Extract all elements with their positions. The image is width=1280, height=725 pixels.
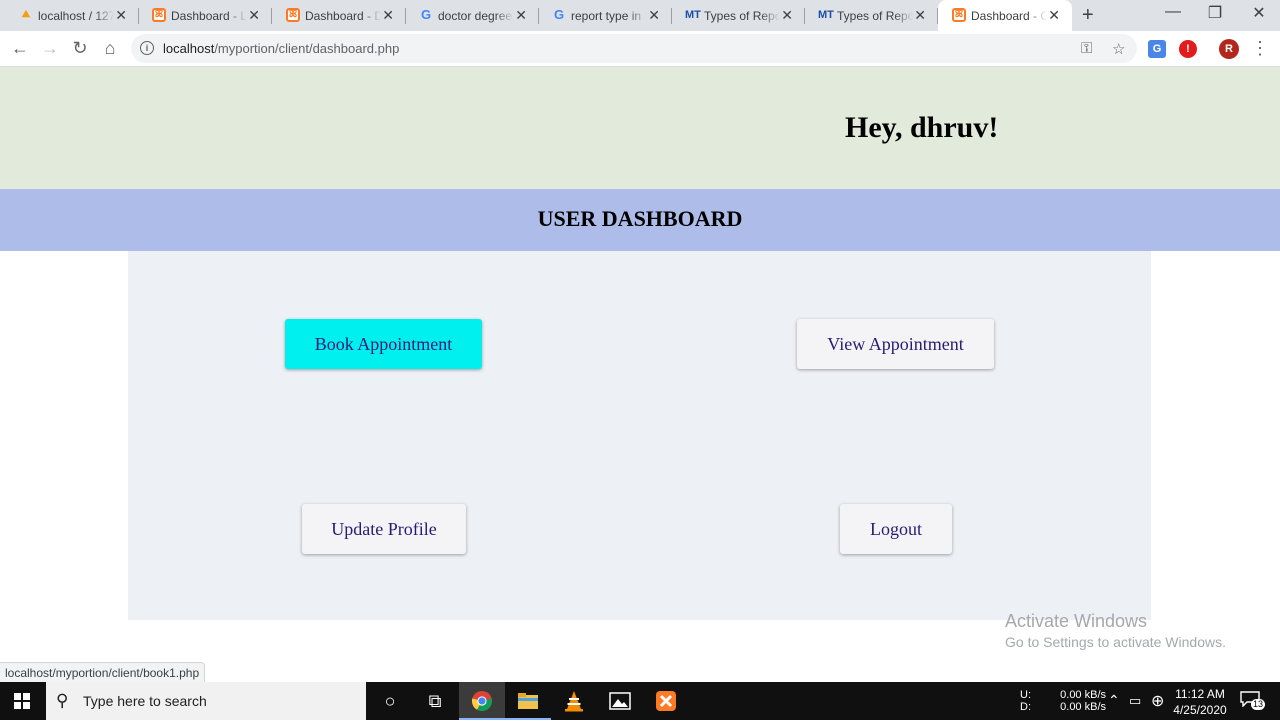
tab-dashboard-log[interactable]: ꕤ Dashboard - Log ✕ [138, 0, 272, 31]
close-tab-icon[interactable]: ✕ [914, 7, 926, 23]
tab-localhost[interactable]: ⛰ localhost / 127.0.0.1 ✕ [5, 0, 139, 31]
dashboard-header: USER DASHBOARD [0, 189, 1280, 251]
net-down-label: D: [1020, 701, 1031, 713]
xampp-taskbar-icon[interactable] [643, 682, 689, 720]
watermark-title: Activate Windows [1005, 611, 1148, 631]
url-host: localhost [163, 41, 215, 56]
google-icon: G [420, 7, 432, 22]
address-bar[interactable]: i localhost/myportion/client/dashboard.p… [131, 34, 1137, 63]
tab-dashboard-client[interactable]: ꕤ Dashboard - Client ✕ [938, 0, 1072, 31]
info-icon[interactable]: i [140, 41, 154, 55]
xampp-icon: ꕤ [152, 8, 166, 22]
clock-date: 4/25/2020 [1173, 703, 1227, 717]
dashboard-panel: Book Appointment View Appointment Update… [128, 251, 1151, 620]
book-appointment-button[interactable]: Book Appointment [285, 319, 482, 369]
address-url[interactable]: localhost/myportion/client/dashboard.php [163, 41, 399, 56]
task-view-icon[interactable]: ⧉ [412, 682, 458, 720]
net-up-speed: 0.00 kB/s [1060, 689, 1106, 701]
new-tab-icon[interactable]: + [1082, 4, 1094, 27]
tab-types-of-reports-2[interactable]: MT Types of Reports ✕ [804, 0, 938, 31]
close-window-icon[interactable]: ✕ [1236, 3, 1280, 23]
close-tab-icon[interactable]: ✕ [115, 7, 127, 23]
windows-logo-icon [14, 693, 30, 709]
tab-strip: ⛰ localhost / 127.0.0.1 ✕ ꕤ Dashboard - … [0, 0, 1280, 31]
notification-center-icon[interactable]: 13 [1240, 691, 1266, 710]
close-tab-icon[interactable]: ✕ [648, 7, 660, 23]
close-tab-icon[interactable]: ✕ [781, 7, 793, 23]
dashboard-title: USER DASHBOARD [537, 206, 743, 231]
xampp-logo-icon [656, 691, 676, 711]
google-icon: G [553, 7, 565, 22]
mountain-photo-icon [609, 692, 631, 710]
mt-icon: MT [818, 9, 834, 21]
close-tab-icon[interactable]: ✕ [248, 7, 260, 23]
update-profile-button[interactable]: Update Profile [302, 504, 466, 554]
adblock-extension-icon[interactable]: ! [1179, 40, 1197, 58]
profile-avatar[interactable]: R [1219, 39, 1239, 59]
close-tab-icon[interactable]: ✕ [382, 7, 394, 23]
tab-dashboard-doc[interactable]: ꕤ Dashboard - Doc ✕ [272, 0, 406, 31]
watermark-subtitle: Go to Settings to activate Windows. [1005, 634, 1226, 650]
net-down-speed: 0.00 kB/s [1060, 701, 1106, 713]
tab-title: doctor degree [438, 9, 513, 23]
search-placeholder: Type here to search [83, 693, 207, 709]
taskbar-search[interactable]: ⚲ Type here to search [46, 682, 366, 720]
home-icon[interactable]: ⌂ [98, 37, 122, 61]
net-labels: U: D: [1020, 689, 1054, 713]
view-appointment-button[interactable]: View Appointment [797, 319, 994, 369]
cortana-icon[interactable]: ○ [367, 682, 413, 720]
greeting-banner: Hey, dhruv! [0, 67, 1280, 189]
vlc-icon[interactable] [551, 682, 597, 720]
windows-taskbar: ⚲ Type here to search ○ ⧉ U: D: 0.00 kB/… [0, 682, 1280, 720]
tab-report-type[interactable]: G report type in ✕ [538, 0, 672, 31]
link-status-bar: localhost/myportion/client/book1.php [0, 662, 206, 684]
net-up-label: U: [1020, 689, 1031, 701]
clock-time: 11:12 AM [1175, 687, 1225, 701]
translate-extension-icon[interactable]: G [1148, 40, 1166, 58]
chevron-up-icon[interactable]: ⌃ [1108, 692, 1120, 709]
phpmyadmin-icon: ⛰ [21, 9, 31, 20]
tab-title: Dashboard - Client [971, 9, 1047, 23]
mt-icon: MT [685, 9, 701, 21]
xampp-icon: ꕤ [286, 8, 300, 22]
tab-title: Dashboard - Log [171, 9, 247, 23]
net-speed: 0.00 kB/s 0.00 kB/s [1058, 689, 1106, 713]
activate-windows-watermark: Activate Windows Go to Settings to activ… [1005, 611, 1226, 650]
tab-title: Types of Reports [837, 9, 913, 23]
greeting-text: Hey, dhruv! [845, 111, 999, 144]
clock[interactable]: 11:12 AM 4/25/2020 [1171, 686, 1229, 718]
start-button[interactable] [0, 682, 46, 720]
minimize-icon[interactable]: — [1150, 3, 1196, 21]
chrome-logo-icon [471, 691, 493, 712]
restore-icon[interactable]: ❐ [1192, 3, 1238, 23]
key-icon[interactable]: ⚿ [1081, 40, 1092, 57]
tab-title: report type in [571, 9, 642, 23]
back-icon[interactable]: ← [8, 37, 32, 61]
xampp-icon: ꕤ [952, 8, 966, 22]
reload-icon[interactable]: ↻ [68, 37, 92, 61]
folder-icon [518, 693, 538, 709]
photos-icon[interactable] [597, 682, 643, 720]
tab-title: Dashboard - Doc [305, 9, 381, 23]
tab-types-of-reports-1[interactable]: MT Types of Reports ✕ [671, 0, 805, 31]
url-path: /myportion/client/dashboard.php [214, 41, 400, 56]
close-tab-icon[interactable]: ✕ [1048, 7, 1060, 23]
logout-button[interactable]: Logout [840, 504, 952, 554]
star-icon[interactable]: ☆ [1112, 40, 1125, 58]
close-tab-icon[interactable]: ✕ [515, 7, 527, 23]
network-globe-icon[interactable]: ⊕ [1151, 691, 1164, 711]
menu-kebab-icon[interactable]: ⋮ [1248, 37, 1272, 61]
search-icon: ⚲ [56, 691, 69, 710]
tab-title: localhost / 127.0.0.1 [38, 9, 114, 23]
forward-icon[interactable]: → [38, 37, 62, 61]
tab-title: Types of Reports [704, 9, 780, 23]
tab-doctor-degree[interactable]: G doctor degree ✕ [405, 0, 539, 31]
browser-toolbar: ← → ↻ ⌂ i localhost/myportion/client/das… [0, 31, 1280, 67]
vlc-cone-icon [565, 691, 583, 712]
file-explorer-icon[interactable] [505, 682, 551, 720]
notification-count: 13 [1251, 699, 1266, 710]
battery-icon[interactable]: ▭ [1129, 693, 1141, 709]
chrome-taskbar-icon[interactable] [459, 682, 505, 720]
